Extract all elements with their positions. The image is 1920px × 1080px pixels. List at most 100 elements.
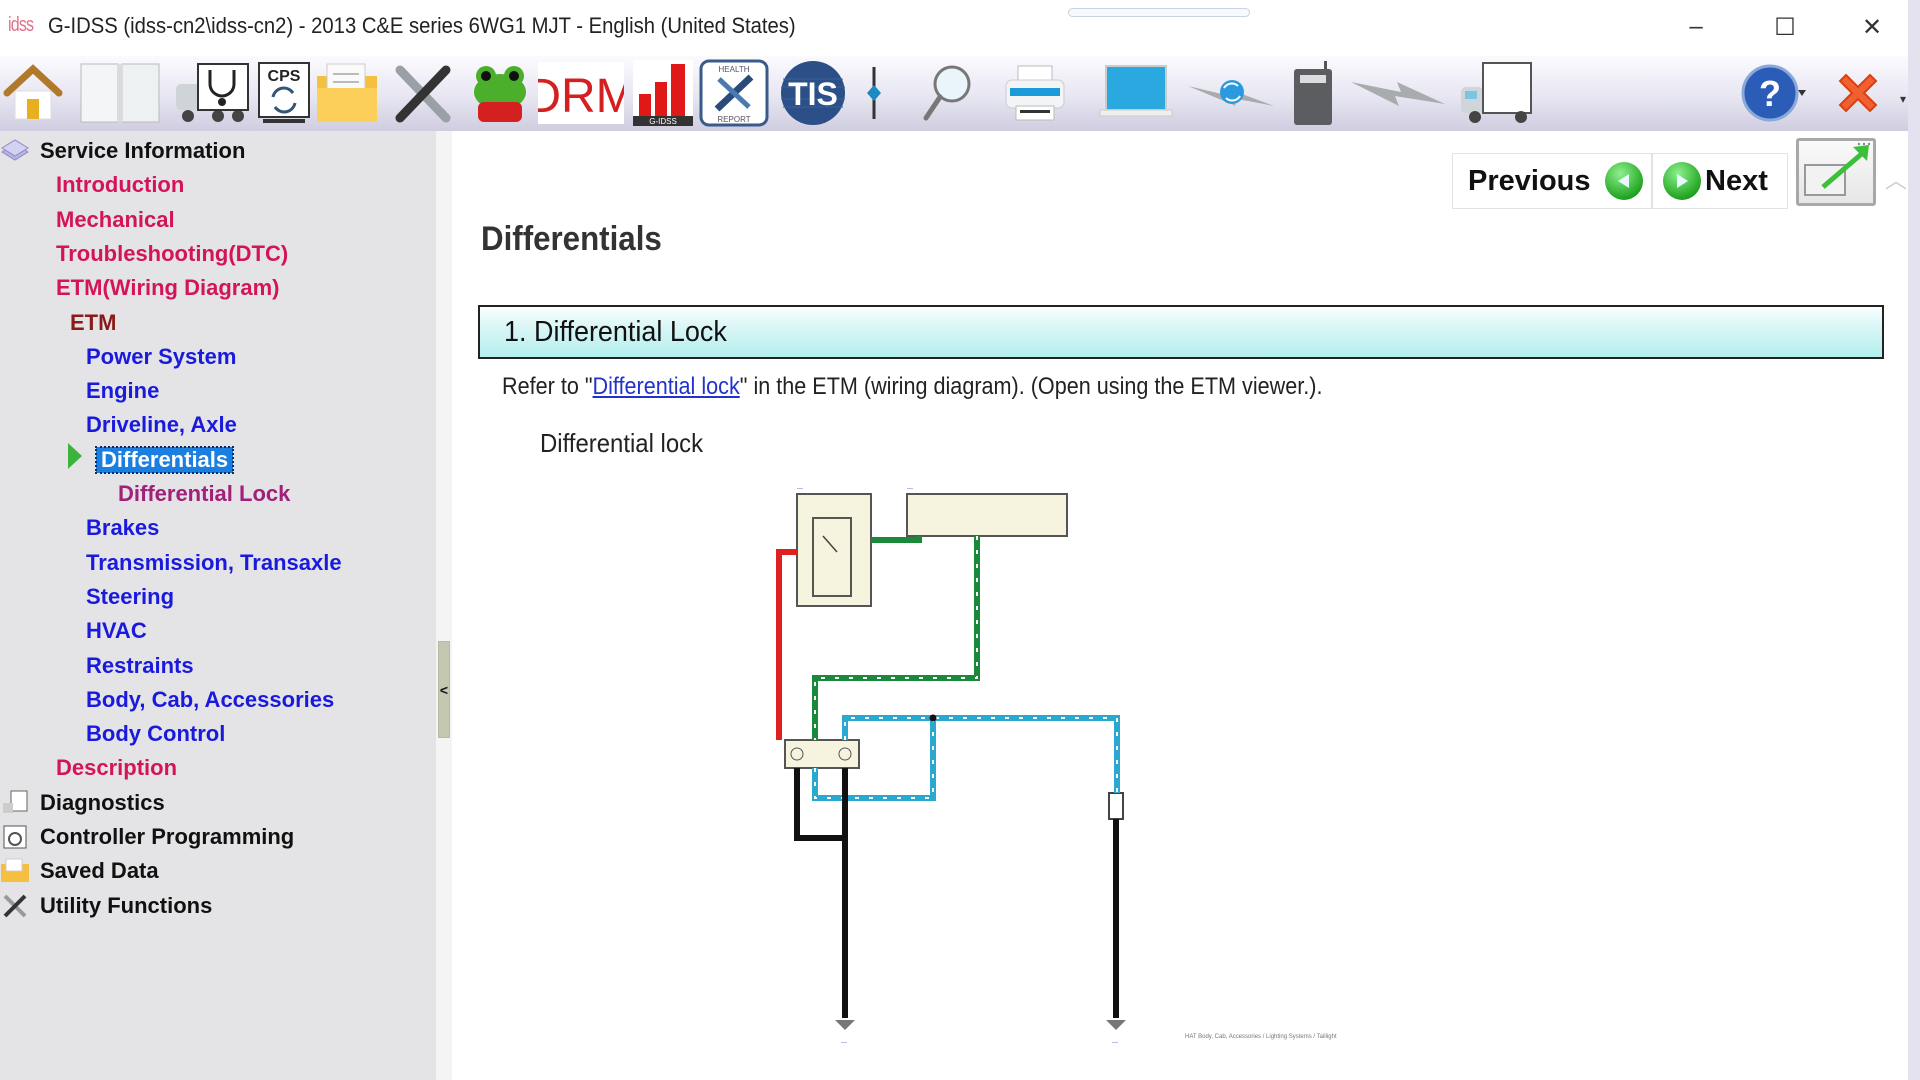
toolbar-connection-sync-button[interactable]	[1186, 60, 1276, 126]
magnifier-icon	[923, 65, 971, 121]
sidebar-item-utility-functions[interactable]: Utility Functions	[0, 891, 212, 921]
popout-window-button[interactable]	[1796, 138, 1876, 206]
sidebar-item-transmission-transaxle[interactable]: Transmission, Transaxle	[86, 548, 342, 578]
toolbar-exit-button[interactable]	[1830, 60, 1886, 126]
sidebar-item-driveline-axle[interactable]: Driveline, Axle	[86, 410, 237, 440]
sidebar-item-engine[interactable]: Engine	[86, 376, 159, 406]
sidebar-item-description[interactable]: Description	[56, 753, 177, 783]
window-edge	[1908, 0, 1920, 1080]
sidebar-item-label: Brakes	[86, 515, 160, 541]
sidebar-item-label: Restraints	[86, 652, 194, 678]
tree-expander-icon[interactable]	[68, 443, 82, 469]
toolbar-utility-button[interactable]	[388, 60, 458, 126]
sidebar-item-mechanical[interactable]: Mechanical	[56, 205, 175, 235]
toolbar-interface-device-button[interactable]	[1290, 60, 1336, 126]
wire-ground-left	[794, 768, 848, 1018]
health-label: HEALTH	[719, 65, 750, 74]
toolbar-health-report-button[interactable]: HEALTH REPORT	[698, 59, 770, 127]
toolbar-manual-button[interactable]	[78, 60, 162, 126]
health-report-icon: HEALTH REPORT	[699, 59, 769, 127]
device-icon	[1294, 61, 1332, 125]
svg-text:—: —	[841, 1040, 847, 1046]
wire-blue-loop	[842, 715, 1120, 793]
previous-label: Previous	[1468, 164, 1591, 197]
folder-icon	[317, 63, 377, 122]
toolbar-connection-button[interactable]	[1348, 60, 1448, 126]
next-arrow-icon	[1663, 162, 1701, 200]
minimize-button[interactable]: –	[1676, 10, 1716, 44]
exit-x-icon	[1838, 73, 1878, 113]
toolbar-saved-data-button[interactable]	[312, 60, 382, 126]
sidebar-item-label: Diagnostics	[40, 789, 165, 815]
toolbar-print-button[interactable]	[1000, 60, 1070, 126]
toolbar-search-button[interactable]	[918, 60, 978, 126]
fuse-box-component	[906, 493, 1068, 537]
toolbar-drm-button[interactable]: DRM	[538, 60, 624, 126]
toolbar-vehicle-button[interactable]	[1456, 60, 1536, 126]
cps-icon-label: CPS	[268, 68, 301, 85]
sidebar-item-body-control[interactable]: Body Control	[86, 719, 225, 749]
toolbar-help-button[interactable]: ?	[1740, 60, 1808, 126]
sidebar-item-controller-programming[interactable]: Controller Programming	[0, 822, 294, 852]
toolbar-home-button[interactable]	[2, 60, 64, 126]
scroll-up-icon[interactable]: ︿	[1885, 163, 1907, 195]
svg-text:?: ?	[1759, 73, 1781, 114]
sidebar-item-steering[interactable]: Steering	[86, 582, 174, 612]
maximize-icon: ☐	[1774, 13, 1796, 41]
sidebar-item-label: HVAC	[86, 618, 147, 644]
toolbar-overflow-icon[interactable]: ▾	[1900, 92, 1906, 106]
toolbar-diagnostics-button[interactable]	[172, 60, 252, 126]
toolbar-tis-button[interactable]: TIS	[778, 60, 848, 126]
sidebar-item-label: ETM	[70, 309, 117, 335]
ground-symbol-left	[835, 1020, 855, 1030]
sidebar-item-brakes[interactable]: Brakes	[86, 513, 159, 543]
toolbar-cps-button[interactable]: CPS	[255, 60, 313, 126]
sidebar-item-saved-data[interactable]: Saved Data	[0, 856, 159, 886]
sidebar-item-differential-lock[interactable]: Differential Lock	[118, 479, 290, 509]
sidebar-item-label: Saved Data	[40, 858, 159, 884]
sidebar-item-differentials[interactable]: Differentials	[94, 445, 235, 475]
diagram-footer-note: HAT Body, Cab, Accessories / Lighting Sy…	[1185, 1034, 1337, 1040]
page-title: Differentials	[481, 220, 662, 258]
sidebar-item-troubleshooting-dtc[interactable]: Troubleshooting(DTC)	[56, 239, 288, 269]
maximize-button[interactable]: ☐	[1765, 10, 1805, 44]
tools-icon	[0, 892, 30, 920]
sidebar-item-diagnostics[interactable]: Diagnostics	[0, 788, 165, 818]
sidebar-item-label: Service Information	[40, 138, 246, 163]
next-label: Next	[1705, 164, 1768, 197]
sidebar-item-label: Description	[56, 755, 178, 781]
sidebar-item-introduction[interactable]: Introduction	[56, 170, 184, 200]
tools-icon	[395, 65, 451, 123]
previous-button[interactable]: Previous	[1452, 153, 1652, 209]
wiring-diagram[interactable]: — — — — HAT Body, Cab, Accessories / Light…	[745, 478, 1345, 1048]
sidebar-item-hvac[interactable]: HVAC	[86, 616, 147, 646]
sidebar-item-restraints[interactable]: Restraints	[86, 651, 194, 681]
sidebar-item-label: Controller Programming	[40, 824, 295, 849]
sidebar-item-label: Power System	[86, 343, 237, 369]
main-toolbar: CPS DRM G-IDSS HEALTH REPORT TIS ? ▾	[0, 56, 1908, 131]
drm-label: DRM	[538, 70, 624, 123]
differential-lock-link[interactable]: Differential lock	[593, 373, 740, 400]
sidebar-item-label: Mechanical	[56, 206, 175, 232]
toolbar-g-idss-button[interactable]: G-IDSS	[632, 60, 694, 126]
title-drag-handle[interactable]	[1068, 8, 1250, 17]
toolbar-laptop-button[interactable]	[1098, 60, 1174, 126]
diagram-subheading: Differential lock	[540, 428, 704, 458]
idss-app-icon: idss	[8, 14, 34, 36]
toolbar-frog-button[interactable]	[470, 60, 530, 126]
collapse-sidebar-button[interactable]: <	[438, 641, 450, 738]
close-button[interactable]: ✕	[1852, 10, 1892, 44]
sidebar-item-body-cab-accessories[interactable]: Body, Cab, Accessories	[86, 685, 334, 715]
refer-text: Refer to "Differential lock" in the ETM …	[502, 373, 1322, 401]
cps-icon	[0, 823, 30, 851]
sidebar-item-label: Driveline, Axle	[86, 412, 237, 438]
sidebar-item-power-system[interactable]: Power System	[86, 342, 236, 372]
g-idss-label: G-IDSS	[649, 117, 677, 126]
sidebar-item-etm[interactable]: ETM	[70, 308, 116, 338]
section-header: 1. Differential Lock	[478, 305, 1884, 359]
sidebar-item-service-information[interactable]: Service Information	[0, 136, 245, 166]
section-title: 1. Differential Lock	[504, 315, 727, 348]
truck-icon	[1461, 62, 1532, 123]
next-button[interactable]: Next	[1652, 153, 1788, 209]
sidebar-item-etm-wiring-diagram[interactable]: ETM(Wiring Diagram)	[56, 273, 279, 303]
